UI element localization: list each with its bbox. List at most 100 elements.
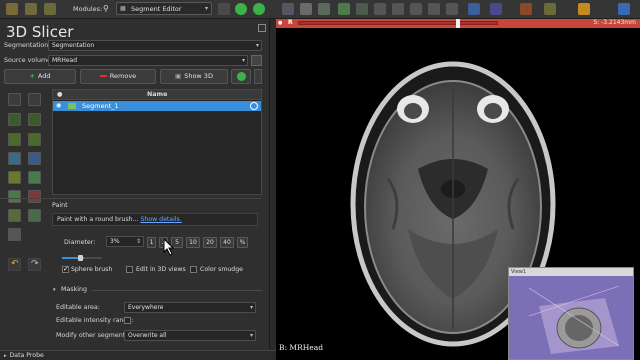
- hollow-icon[interactable]: [8, 190, 21, 203]
- eye-icon[interactable]: ◉: [56, 102, 61, 109]
- crosshair-icon[interactable]: [374, 3, 386, 15]
- visibility-column-icon: ●: [57, 91, 63, 98]
- inset-3d-view-header: View1: [509, 268, 633, 276]
- source-volume-selector[interactable]: MRHead ▾: [48, 55, 248, 66]
- diameter-slider-handle[interactable]: [78, 255, 83, 261]
- segment-status-icon[interactable]: [250, 102, 258, 110]
- arrow-right-icon: [236, 71, 246, 81]
- segment-color-swatch[interactable]: [68, 103, 76, 109]
- layout-box-icon[interactable]: [300, 3, 312, 15]
- chevron-down-icon: ▾: [255, 42, 259, 49]
- inset-3d-render[interactable]: [509, 276, 635, 360]
- undo-icon[interactable]: ↶: [8, 258, 21, 271]
- undo-arrow-icon: ↶: [11, 259, 19, 269]
- data-probe-section[interactable]: ▸ Data Probe: [0, 350, 276, 360]
- logical-operators-icon[interactable]: [28, 209, 41, 222]
- margin-icon[interactable]: [28, 171, 41, 184]
- diameter-preset-1[interactable]: 1: [147, 237, 156, 248]
- paint-effect-icon[interactable]: [8, 113, 21, 126]
- volume-options-icon[interactable]: [251, 55, 262, 66]
- slice-name: R: [288, 19, 293, 26]
- editable-area-selector[interactable]: Everywhere ▾: [124, 302, 256, 313]
- layout-icon[interactable]: [392, 3, 404, 15]
- inset-view-title: View1: [511, 269, 527, 275]
- segment-name[interactable]: Segment_1: [82, 102, 119, 110]
- search-icon[interactable]: ⚲: [103, 4, 109, 13]
- none-effect-arrow-icon[interactable]: [8, 93, 21, 106]
- source-volume-label: Source volume:: [4, 57, 54, 64]
- slice-slider-handle[interactable]: [456, 19, 460, 28]
- diameter-relative-toggle[interactable]: %: [237, 237, 248, 248]
- rotate-icon[interactable]: [544, 3, 556, 15]
- save-data-icon[interactable]: [44, 3, 56, 15]
- remove-segment-button[interactable]: Remove: [80, 69, 156, 84]
- segmentation-selector[interactable]: Segmentation ▾: [48, 40, 262, 51]
- more-effects-icon[interactable]: [28, 93, 41, 106]
- load-data-icon[interactable]: [6, 3, 18, 15]
- chevron-down-icon: ▾: [241, 57, 245, 64]
- sphere-brush-checkbox[interactable]: ✓: [62, 265, 69, 273]
- diameter-preset-10[interactable]: 10: [186, 237, 200, 248]
- markup-icon[interactable]: [490, 3, 502, 15]
- python-console-icon[interactable]: [356, 3, 368, 15]
- masking-section-header[interactable]: Masking: [61, 286, 87, 293]
- show-details-link[interactable]: Show details.: [140, 216, 181, 223]
- diameter-preset-40[interactable]: 40: [220, 237, 234, 248]
- intensity-range-checkbox[interactable]: [124, 317, 131, 324]
- extension-manager-icon[interactable]: [618, 3, 630, 15]
- remove-label: Remove: [109, 72, 137, 80]
- collapse-arrow-icon[interactable]: ▾: [53, 287, 56, 293]
- module-selector[interactable]: ▦ Segment Editor ▾: [116, 2, 212, 15]
- chevron-down-icon: ▾: [204, 5, 208, 12]
- islands-icon[interactable]: [8, 209, 21, 222]
- grow-from-seeds-icon[interactable]: [8, 152, 21, 165]
- volume-name-label: B: MRHead: [279, 343, 324, 352]
- source-volume-value: MRHead: [52, 57, 78, 64]
- forward-arrow-icon[interactable]: [253, 3, 265, 15]
- paint-description: Paint with a round brush...: [57, 216, 139, 223]
- add-segment-button[interactable]: + Add: [4, 69, 76, 84]
- name-column-header: Name: [147, 91, 168, 98]
- redo-icon[interactable]: ↷: [28, 258, 41, 271]
- fill-between-slices-icon[interactable]: [28, 152, 41, 165]
- load-dicom-icon[interactable]: [25, 3, 37, 15]
- transform-icon[interactable]: [468, 3, 480, 15]
- data-probe-label: Data Probe: [9, 352, 44, 359]
- segmentation-value: Segmentation: [52, 42, 95, 49]
- window-level-icon[interactable]: [428, 3, 440, 15]
- table-row[interactable]: ◉ Segment_1: [53, 101, 261, 111]
- more-menu-icon[interactable]: [254, 69, 262, 84]
- scissors-icon[interactable]: [28, 190, 41, 203]
- inset-3d-view[interactable]: View1: [508, 267, 634, 360]
- show-3d-options-button[interactable]: [231, 69, 251, 84]
- slice-offset-slider[interactable]: [298, 21, 498, 25]
- pin-icon[interactable]: ●: [278, 20, 282, 26]
- draw-effect-icon[interactable]: [28, 113, 41, 126]
- view-3d-icon[interactable]: [318, 3, 330, 15]
- green-slice-icon[interactable]: [338, 3, 350, 15]
- show-3d-button[interactable]: ▣ Show 3D: [160, 69, 228, 84]
- collapse-panel-button[interactable]: [258, 24, 266, 32]
- color-smudge-checkbox[interactable]: [190, 266, 197, 273]
- curve-icon[interactable]: [520, 3, 532, 15]
- edit-3d-checkbox[interactable]: [126, 266, 133, 273]
- fiducial-icon[interactable]: [578, 3, 590, 15]
- modify-other-segments-value: Overwrite all: [128, 332, 167, 339]
- diameter-spinbox[interactable]: 3% ⇕: [106, 236, 144, 247]
- segments-table: ● Name ◉ Segment_1: [52, 89, 262, 195]
- cube-icon: ▣: [175, 72, 182, 80]
- add-label: Add: [37, 72, 51, 80]
- mouse-mode-icon[interactable]: [410, 3, 422, 15]
- module-history-icon[interactable]: [218, 3, 230, 15]
- slice-controller-bar[interactable]: ● R S: -3.2143mm: [276, 19, 640, 28]
- app-logo-title: 3D Slicer: [6, 23, 74, 41]
- extensions-icon[interactable]: [282, 3, 294, 15]
- back-arrow-icon[interactable]: [235, 3, 247, 15]
- smoothing-icon[interactable]: [8, 228, 21, 241]
- screenshot-icon[interactable]: [446, 3, 458, 15]
- threshold-icon[interactable]: [8, 171, 21, 184]
- diameter-preset-20[interactable]: 20: [203, 237, 217, 248]
- level-tracing-icon[interactable]: [28, 133, 41, 146]
- erase-effect-icon[interactable]: [8, 133, 21, 146]
- modify-other-segments-selector[interactable]: Overwrite all ▾: [124, 330, 256, 341]
